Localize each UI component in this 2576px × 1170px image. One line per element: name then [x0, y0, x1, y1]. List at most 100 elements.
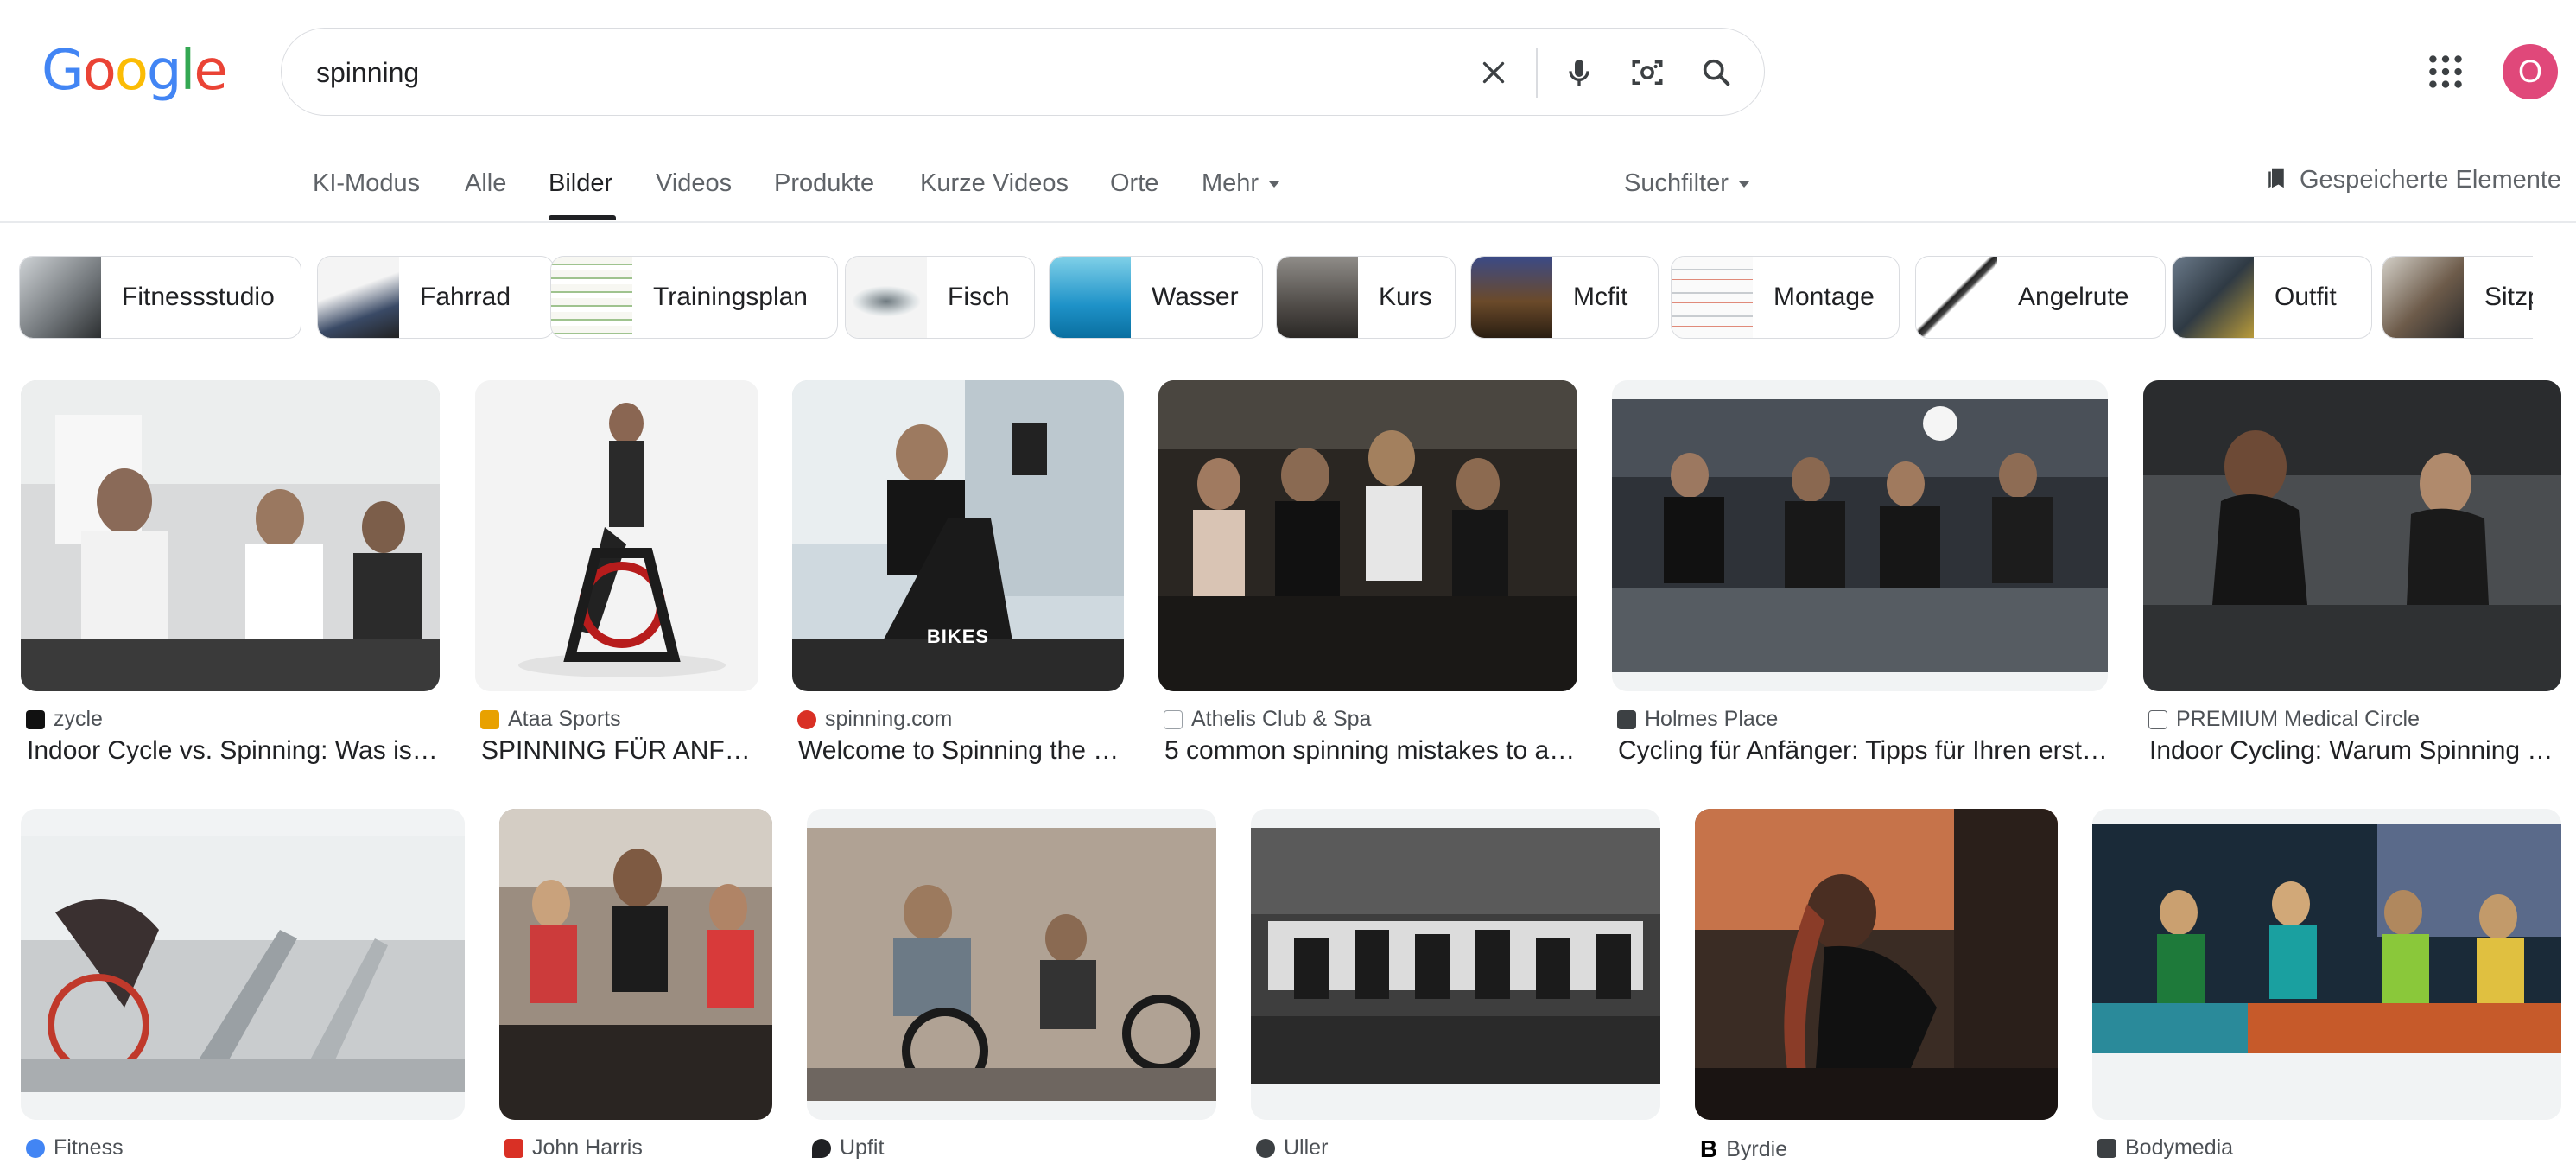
source-name: Ataa Sports	[508, 707, 621, 731]
result-source[interactable]: John Harris	[504, 1135, 643, 1160]
chip-label: Mcfit	[1573, 283, 1628, 311]
chip-thumbnail	[551, 257, 632, 338]
result-source[interactable]: spinning.com	[797, 707, 952, 732]
favicon-icon: B	[1700, 1135, 1718, 1162]
result-image[interactable]	[21, 809, 465, 1120]
chip-thumbnail	[20, 257, 101, 338]
favicon-icon	[504, 1138, 523, 1158]
tab-produkte[interactable]: Produkte	[774, 164, 874, 202]
result-image[interactable]	[475, 380, 758, 691]
chip-fahrrad[interactable]: Fahrrad	[317, 256, 555, 339]
result-image[interactable]	[21, 380, 440, 691]
source-name: Uller	[1284, 1135, 1329, 1160]
chip-label: Kurs	[1379, 283, 1432, 311]
search-box[interactable]	[281, 28, 1765, 116]
source-name: spinning.com	[825, 707, 953, 731]
result-image[interactable]	[2092, 809, 2561, 1120]
related-chips: Fitnessstudio Fahrrad Trainingsplan Fisc…	[19, 256, 2533, 340]
result-source[interactable]: Upfit	[812, 1135, 884, 1160]
tab-ki-modus[interactable]: KI-Modus	[313, 164, 420, 202]
result-image[interactable]	[807, 809, 1216, 1120]
result-source[interactable]: zycle	[26, 707, 103, 732]
result-source[interactable]: Holmes Place	[1617, 707, 1778, 732]
apps-grid-icon[interactable]	[2424, 50, 2467, 93]
result-source[interactable]: Fitness	[26, 1135, 124, 1160]
chip-thumbnail	[1050, 257, 1131, 338]
result-image[interactable]	[1612, 380, 2108, 691]
result-title[interactable]: Indoor Cycling: Warum Spinning s…	[2149, 736, 2562, 766]
result-image[interactable]	[499, 809, 772, 1120]
tab-alle[interactable]: Alle	[465, 164, 506, 202]
source-name: John Harris	[532, 1135, 643, 1160]
result-image[interactable]	[2143, 380, 2561, 691]
tab-orte[interactable]: Orte	[1110, 164, 1158, 202]
source-name: Athelis Club & Spa	[1191, 707, 1372, 731]
result-title[interactable]: SPINNING FÜR ANF…	[481, 736, 759, 766]
result-source[interactable]: Bodymedia	[2097, 1135, 2233, 1160]
result-image[interactable]	[1158, 380, 1577, 691]
chip-angelrute[interactable]: Angelrute	[1915, 256, 2166, 339]
favicon-icon	[2097, 1138, 2116, 1158]
chevron-down-icon	[1738, 181, 1749, 188]
account-avatar[interactable]: O	[2503, 44, 2558, 99]
result-source[interactable]: Uller	[1256, 1135, 1328, 1160]
chip-outfit[interactable]: Outfit	[2172, 256, 2372, 339]
avatar-letter: O	[2517, 54, 2542, 89]
chip-kurs[interactable]: Kurs	[1276, 256, 1456, 339]
bookmark-icon	[2268, 168, 2284, 188]
tab-kurze-videos[interactable]: Kurze Videos	[920, 164, 1069, 202]
favicon-icon	[26, 1138, 45, 1158]
result-image[interactable]	[1251, 809, 1660, 1120]
chip-mcfit[interactable]: Mcfit	[1470, 256, 1659, 339]
image-caption: BIKES	[926, 626, 990, 647]
chip-sitzp[interactable]: Sitzp	[2382, 256, 2533, 339]
source-name: Holmes Place	[1645, 707, 1779, 731]
result-image[interactable]	[1695, 809, 2058, 1120]
result-title[interactable]: Indoor Cycle vs. Spinning: Was ist…	[27, 736, 440, 766]
favicon-icon	[797, 709, 816, 729]
search-input[interactable]	[314, 48, 1441, 98]
saved-items-link[interactable]: Gespeicherte Elemente	[2263, 161, 2561, 199]
chip-label: Angelrute	[2018, 283, 2129, 311]
result-title[interactable]: 5 common spinning mistakes to a…	[1164, 736, 1577, 766]
chip-label: Fisch	[948, 283, 1010, 311]
result-source[interactable]: Ataa Sports	[480, 707, 621, 732]
chip-label: Outfit	[2275, 283, 2337, 311]
google-logo[interactable]: Google	[41, 40, 228, 101]
search-divider	[1536, 48, 1538, 98]
chip-label: Fitnessstudio	[122, 283, 275, 311]
header-divider	[0, 221, 2576, 223]
chip-thumbnail	[2382, 257, 2464, 338]
chip-thumbnail	[2173, 257, 2254, 338]
chip-fisch[interactable]: Fisch	[845, 256, 1035, 339]
clear-icon[interactable]	[1472, 51, 1515, 94]
result-title[interactable]: Cycling für Anfänger: Tipps für Ihren er…	[1618, 736, 2109, 766]
search-filter-button[interactable]: Suchfilter	[1624, 164, 1749, 202]
chip-label: Trainingsplan	[653, 283, 808, 311]
search-icon[interactable]	[1695, 51, 1738, 94]
source-name: Upfit	[840, 1135, 885, 1160]
chip-thumbnail	[1916, 257, 1997, 338]
source-name: Bodymedia	[2125, 1135, 2234, 1160]
tab-mehr-label: Mehr	[1202, 169, 1259, 197]
tab-mehr[interactable]: Mehr	[1202, 164, 1280, 202]
result-title[interactable]: Welcome to Spinning the …	[798, 736, 1125, 766]
result-source[interactable]: Athelis Club & Spa	[1164, 707, 1371, 732]
chip-label: Wasser	[1152, 283, 1239, 311]
favicon-icon	[480, 709, 499, 729]
chip-wasser[interactable]: Wasser	[1049, 256, 1263, 339]
result-source[interactable]: B Byrdie	[1700, 1135, 1787, 1163]
camera-lens-icon[interactable]	[1626, 51, 1669, 94]
microphone-icon[interactable]	[1558, 51, 1601, 94]
result-source[interactable]: PREMIUM Medical Circle	[2148, 707, 2420, 732]
chip-montage[interactable]: Montage	[1671, 256, 1900, 339]
favicon-icon	[1164, 709, 1183, 729]
search-filter-label: Suchfilter	[1624, 169, 1729, 197]
chip-fitnessstudio[interactable]: Fitnessstudio	[19, 256, 301, 339]
saved-items-label: Gespeicherte Elemente	[2300, 166, 2562, 194]
chip-thumbnail	[318, 257, 399, 338]
source-name: PREMIUM Medical Circle	[2176, 707, 2420, 731]
tab-videos[interactable]: Videos	[656, 164, 732, 202]
chip-trainingsplan[interactable]: Trainingsplan	[550, 256, 838, 339]
tab-bilder[interactable]: Bilder	[549, 164, 612, 202]
